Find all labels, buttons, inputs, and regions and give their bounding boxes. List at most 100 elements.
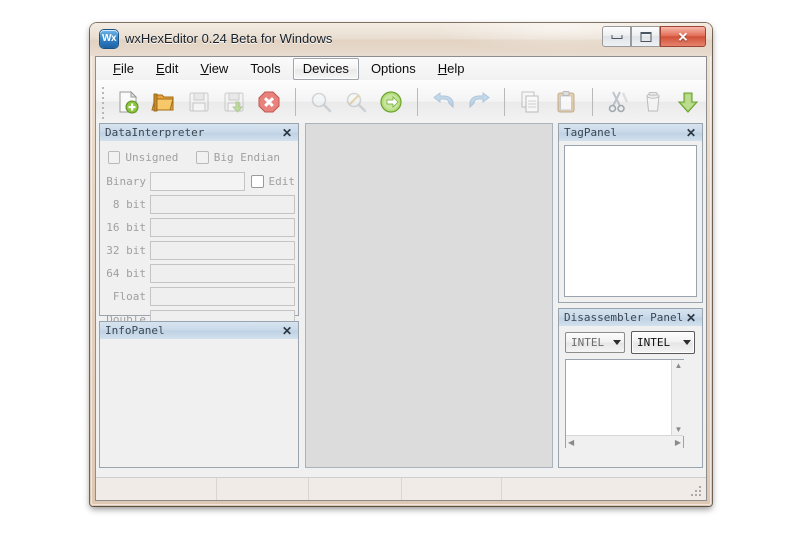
work-area: DataInterpreter ✕ Unsigned Big Endian Bi… <box>96 123 706 478</box>
copy-button[interactable] <box>513 84 548 120</box>
field-64-bit[interactable] <box>150 264 295 283</box>
cut-button[interactable] <box>601 84 636 120</box>
tag-panel-title: TagPanel <box>564 126 617 139</box>
open-folder-icon <box>150 89 177 115</box>
replace-button[interactable] <box>339 84 374 120</box>
arch-dropdown[interactable]: INTEL <box>565 332 625 353</box>
menu-options[interactable]: Options <box>361 58 426 80</box>
resize-grip[interactable] <box>691 486 703 498</box>
new-file-button[interactable] <box>111 84 146 120</box>
open-file-button[interactable] <box>146 84 181 120</box>
new-document-icon <box>115 89 141 115</box>
tag-panel: TagPanel ✕ <box>558 123 703 303</box>
data-interpreter-title: DataInterpreter <box>105 126 205 139</box>
binary-input[interactable] <box>150 172 245 191</box>
undo-arrow-icon <box>431 89 457 115</box>
edit-checkbox[interactable] <box>250 175 264 188</box>
field-16-bit[interactable] <box>150 218 295 237</box>
scroll-up-icon[interactable]: ▲ <box>673 360 685 372</box>
redo-button[interactable] <box>461 84 496 120</box>
menu-help[interactable]: Help <box>428 58 475 80</box>
tag-list[interactable] <box>564 145 697 297</box>
row-32-bit: 32 bit <box>103 240 295 261</box>
green-down-arrow-icon <box>675 89 701 115</box>
menu-view[interactable]: View <box>190 58 238 80</box>
close-octagon-icon <box>256 89 282 115</box>
disassembly-vscrollbar[interactable]: ▲ ▼ <box>671 360 685 436</box>
row-8-bit: 8 bit <box>103 194 295 215</box>
menu-tools[interactable]: Tools <box>240 58 290 80</box>
label-float: Float <box>112 290 146 303</box>
trash-can-icon <box>640 89 666 115</box>
syntax-dropdown[interactable]: INTEL <box>631 331 695 354</box>
status-field-1 <box>96 478 217 500</box>
toolbar-separator-3 <box>504 87 506 116</box>
goto-button[interactable] <box>374 84 409 120</box>
screen: Wx wxHexEditor 0.24 Beta for Windows ✕ F… <box>0 0 800 533</box>
field-32-bit[interactable] <box>150 241 295 260</box>
scroll-left-icon[interactable]: ◀ <box>566 437 576 449</box>
binary-row: Binary Edit <box>103 171 295 192</box>
data-interpreter-close-icon[interactable]: ✕ <box>280 127 294 139</box>
field-8-bit[interactable] <box>150 195 295 214</box>
tag-panel-titlebar[interactable]: TagPanel ✕ <box>559 124 702 142</box>
big-endian-label: Big Endian <box>213 150 280 164</box>
syntax-dropdown-value: INTEL <box>637 336 671 349</box>
save-button[interactable] <box>181 84 216 120</box>
magnifier-icon <box>308 89 334 115</box>
close-icon: ✕ <box>677 29 689 44</box>
label-64-bit: 64 bit <box>106 267 146 280</box>
close-button[interactable]: ✕ <box>660 26 706 47</box>
unsigned-checkbox[interactable] <box>108 150 121 164</box>
client-area: FFileile Edit View Tools Devices Options… <box>95 56 707 501</box>
scroll-right-icon[interactable]: ▶ <box>673 437 683 449</box>
paste-button[interactable] <box>548 84 583 120</box>
maximize-icon <box>640 31 651 42</box>
data-interpreter-titlebar[interactable]: DataInterpreter ✕ <box>100 124 298 142</box>
arch-dropdown-value: INTEL <box>571 336 605 349</box>
tag-panel-close-icon[interactable]: ✕ <box>684 127 698 139</box>
disassembler-title: Disassembler Panel <box>564 311 684 324</box>
menu-edit[interactable]: Edit <box>146 58 188 80</box>
disassembly-hscrollbar[interactable]: ◀ ▶ <box>566 435 683 449</box>
disassembler-body: INTEL INTEL ▲ ▼ ◀ ▶ <box>559 326 702 467</box>
title-bar[interactable]: Wx wxHexEditor 0.24 Beta for Windows ✕ <box>90 23 712 56</box>
disassembler-close-icon[interactable]: ✕ <box>684 312 698 324</box>
menu-devices[interactable]: Devices <box>292 57 359 80</box>
close-file-button[interactable] <box>251 84 286 120</box>
status-field-3 <box>309 478 402 500</box>
menu-bar: FFileile Edit View Tools Devices Options… <box>96 57 706 81</box>
minimize-button[interactable] <box>602 26 631 47</box>
undo-button[interactable] <box>426 84 461 120</box>
label-32-bit: 32 bit <box>106 244 146 257</box>
toolbar-gripper[interactable] <box>99 84 108 119</box>
info-panel-body[interactable] <box>100 339 298 467</box>
menu-file[interactable]: FFileile <box>103 58 144 80</box>
disassembler-titlebar[interactable]: Disassembler Panel ✕ <box>559 309 702 327</box>
status-field-2 <box>217 478 309 500</box>
minimize-icon <box>611 34 622 39</box>
scissors-icon <box>605 89 631 115</box>
maximize-button[interactable] <box>631 26 660 47</box>
find-button[interactable] <box>304 84 339 120</box>
hex-editor-area[interactable] <box>305 123 553 468</box>
info-panel: InfoPanel ✕ <box>99 321 299 468</box>
label-16-bit: 16 bit <box>106 221 146 234</box>
insert-button[interactable] <box>671 84 706 120</box>
chevron-down-icon <box>683 340 691 345</box>
save-as-button[interactable] <box>216 84 251 120</box>
goto-arrow-icon <box>378 89 404 115</box>
info-panel-titlebar[interactable]: InfoPanel ✕ <box>100 322 298 340</box>
toolbar <box>96 80 706 124</box>
window-title: wxHexEditor 0.24 Beta for Windows <box>125 31 333 46</box>
redo-arrow-icon <box>466 89 492 115</box>
info-panel-close-icon[interactable]: ✕ <box>280 325 294 337</box>
delete-button[interactable] <box>636 84 671 120</box>
field-float[interactable] <box>150 287 295 306</box>
chevron-down-icon <box>613 340 621 345</box>
status-bar <box>96 477 706 500</box>
big-endian-checkbox[interactable] <box>196 150 209 164</box>
wx-app-icon: Wx <box>100 30 118 48</box>
toolbar-separator-1 <box>294 87 296 116</box>
data-interpreter-panel: DataInterpreter ✕ Unsigned Big Endian Bi… <box>99 123 299 329</box>
